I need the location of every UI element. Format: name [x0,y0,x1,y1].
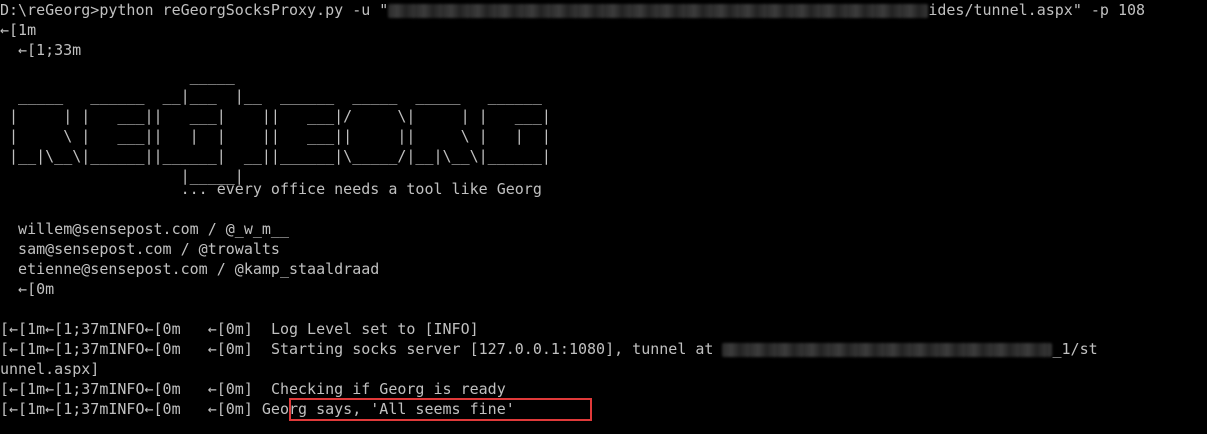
prompt: D:\reGeorg> [0,1,100,19]
log-prefix: [←[1m←[1;37mINFO←[0m ←[0m] [0,320,271,338]
author-line: etienne@sensepost.com / @kamp_staaldraad [0,260,380,278]
escape-bold: ←[1m [0,21,37,39]
log-message: Log Level set to [INFO] [270,320,479,338]
banner-tagline: ... every office needs a tool like Georg [0,180,542,198]
redacted-url [388,3,929,18]
escape-yellow: ←[1;33m [18,41,82,59]
log-tail: _1/st [1052,340,1098,358]
escape-reset: ←[0m [0,280,55,298]
log-line: [←[1m←[1;37mINFO←[0m ←[0m] Starting sock… [0,339,1098,359]
author-line: sam@sensepost.com / @trowalts [0,240,280,258]
banner-line-3: | \ | ___|| | | || ___|| || \ | | | [0,127,551,145]
log-line-wrap: unnel.aspx] [0,359,99,379]
author-line: willem@sensepost.com / @_w_m__ [0,220,289,238]
log-message: Checking if Georg is ready [270,380,506,398]
banner-line-4: |__|\__\|______||______| __||______|\___… [0,147,551,165]
log-message: Starting socks server [127.0.0.1:1080], … [270,340,723,358]
banner-line-2: | | | ___|| ___| || ___|/ \| | | ___| [0,107,551,125]
highlight-box [289,398,592,421]
banner-line-0: _____ [0,67,235,85]
banner-line-1: _____ ______ __|___ |__ ______ _____ ___… [0,87,542,105]
command-line: D:\reGeorg>python reGeorgSocksProxy.py -… [0,0,1145,20]
command-text: python reGeorgSocksProxy.py -u " [99,1,389,19]
log-line: [←[1m←[1;37mINFO←[0m ←[0m] Checking if G… [0,379,506,399]
log-prefix: [←[1m←[1;37mINFO←[0m ←[0m] [0,380,271,398]
redacted-url [722,342,1053,357]
log-message: unnel.aspx] [0,360,100,378]
log-prefix: [←[1m←[1;37mINFO←[0m ←[0m] [0,400,262,418]
log-prefix: [←[1m←[1;37mINFO←[0m ←[0m] [0,340,271,358]
command-tail: ides/tunnel.aspx" -p 108 [928,1,1146,19]
log-line: [←[1m←[1;37mINFO←[0m ←[0m] Log Level set… [0,319,479,339]
terminal-window[interactable]: D:\reGeorg>python reGeorgSocksProxy.py -… [0,0,1207,434]
